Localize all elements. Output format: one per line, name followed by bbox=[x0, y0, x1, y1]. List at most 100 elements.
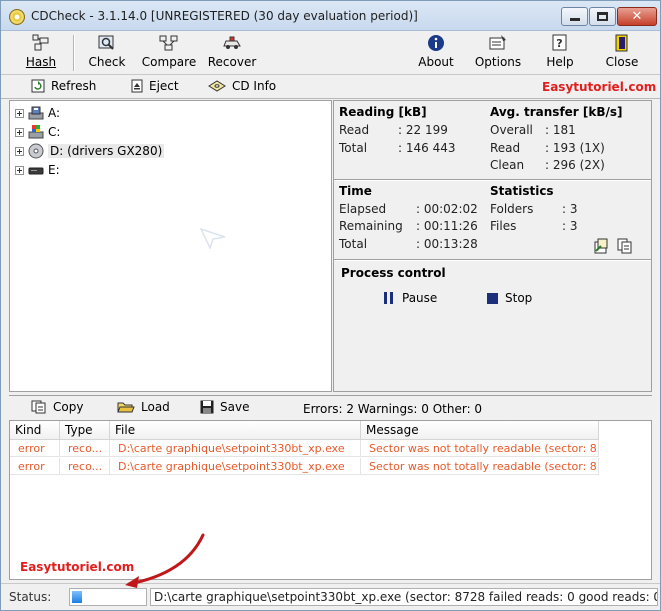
exit-door-icon bbox=[614, 33, 630, 53]
log-table: Kind Type File Message error reco... D:\… bbox=[9, 420, 652, 580]
divider bbox=[334, 259, 651, 261]
column-header-message[interactable]: Message bbox=[361, 421, 599, 440]
copy-label: Copy bbox=[53, 400, 84, 414]
cell-message: Sector was not totally readable (sector:… bbox=[361, 440, 599, 457]
options-icon bbox=[488, 33, 508, 53]
cd-info-button[interactable]: CD Info bbox=[208, 79, 276, 93]
files-value: : 3 bbox=[562, 219, 578, 233]
cell-file: D:\carte graphique\setpoint330bt_xp.exe bbox=[110, 440, 361, 457]
hash-button[interactable]: Hash bbox=[23, 33, 59, 73]
column-header-type[interactable]: Type bbox=[60, 421, 110, 440]
eject-button[interactable]: Eject bbox=[131, 79, 179, 93]
status-label: Status: bbox=[9, 590, 52, 604]
status-progress-fill bbox=[72, 591, 82, 603]
expand-icon[interactable] bbox=[15, 127, 24, 137]
cell-kind: error bbox=[10, 440, 60, 457]
column-header-file[interactable]: File bbox=[110, 421, 361, 440]
tree-item-c[interactable]: C: bbox=[15, 123, 60, 141]
column-header-kind[interactable]: Kind bbox=[10, 421, 60, 440]
options-label: Options bbox=[474, 55, 522, 69]
maximize-button[interactable] bbox=[589, 7, 616, 26]
floppy-drive-icon bbox=[28, 106, 44, 120]
stop-icon bbox=[487, 292, 498, 304]
close-window-button[interactable]: ✕ bbox=[617, 7, 657, 26]
process-control-heading: Process control bbox=[341, 266, 446, 280]
compare-label: Compare bbox=[141, 55, 197, 69]
cd-drive-icon bbox=[28, 143, 44, 159]
remaining-value: : 00:11:26 bbox=[416, 219, 478, 233]
faint-cursor-watermark-icon bbox=[200, 227, 226, 249]
cell-type: reco... bbox=[60, 440, 110, 457]
refresh-icon bbox=[31, 79, 45, 93]
reading-heading: Reading [kB] bbox=[339, 105, 427, 119]
app-cd-icon bbox=[9, 9, 25, 25]
watermark-brand: Easytutoriel.com bbox=[542, 80, 657, 94]
avg-clean-value: : 296 (2X) bbox=[545, 158, 605, 172]
divider bbox=[334, 179, 651, 181]
stop-label: Stop bbox=[505, 291, 533, 305]
load-label: Load bbox=[141, 400, 170, 414]
drive-tree: A: C: D: (drivers GX280) E: bbox=[9, 100, 332, 392]
stop-button[interactable]: Stop bbox=[487, 291, 532, 305]
cell-message: Sector was not totally readable (sector:… bbox=[361, 458, 599, 475]
refresh-button[interactable]: Refresh bbox=[31, 79, 96, 93]
save-label: Save bbox=[220, 400, 250, 414]
maximize-icon bbox=[597, 12, 608, 21]
expand-icon[interactable] bbox=[15, 146, 24, 156]
copy-icon bbox=[31, 400, 46, 414]
hash-icon bbox=[32, 33, 50, 53]
status-bar: Status: D:\carte graphique\setpoint330bt… bbox=[1, 583, 660, 610]
cell-kind: error bbox=[10, 458, 60, 475]
tree-item-e[interactable]: E: bbox=[15, 161, 60, 179]
log-toolbar: Copy Load Save Errors: 2 Warnings: 0 Oth… bbox=[9, 395, 652, 419]
tree-item-a[interactable]: A: bbox=[15, 104, 60, 122]
save-disk-icon bbox=[200, 400, 214, 414]
close-app-button[interactable]: Close bbox=[604, 33, 640, 73]
check-button[interactable]: Check bbox=[87, 33, 127, 73]
progress-info-panel: Reading [kB] Read : 22 199 Total : 146 4… bbox=[333, 100, 652, 392]
close-label: Close bbox=[605, 55, 639, 69]
status-progress-bar bbox=[69, 588, 147, 606]
pause-icon bbox=[384, 292, 393, 304]
expand-icon[interactable] bbox=[15, 165, 24, 175]
avg-read-value: : 193 (1X) bbox=[545, 141, 605, 155]
drive-toolbar: Refresh Eject CD Info Easytutoriel.com bbox=[1, 76, 660, 99]
tree-item-label: A: bbox=[48, 106, 61, 120]
recover-button[interactable]: Recover bbox=[208, 33, 256, 73]
folders-label: Folders bbox=[490, 202, 534, 216]
eject-icon bbox=[131, 79, 143, 93]
copy-log-button[interactable]: Copy bbox=[31, 400, 83, 414]
eject-label: Eject bbox=[149, 79, 179, 93]
minimize-icon bbox=[569, 18, 580, 21]
remaining-label: Remaining bbox=[339, 219, 403, 233]
reading-total-label: Total bbox=[339, 141, 368, 155]
compare-icon bbox=[159, 33, 179, 53]
about-button[interactable]: About bbox=[417, 33, 455, 73]
recover-icon bbox=[222, 33, 242, 53]
save-log-button[interactable]: Save bbox=[200, 400, 249, 414]
cell-file: D:\carte graphique\setpoint330bt_xp.exe bbox=[110, 458, 361, 475]
load-log-button[interactable]: Load bbox=[117, 400, 170, 414]
help-label: Help bbox=[546, 55, 574, 69]
status-message: D:\carte graphique\setpoint330bt_xp.exe … bbox=[150, 588, 658, 606]
reading-read-label: Read bbox=[339, 123, 370, 137]
options-button[interactable]: Options bbox=[475, 33, 521, 73]
tree-item-d[interactable]: D: (drivers GX280) bbox=[15, 142, 165, 160]
export-stats-icon[interactable] bbox=[593, 238, 609, 254]
pause-button[interactable]: Pause bbox=[384, 291, 437, 305]
copy-stats-icon[interactable] bbox=[617, 238, 633, 254]
removable-drive-icon bbox=[28, 167, 44, 175]
expand-icon[interactable] bbox=[15, 108, 24, 118]
compare-button[interactable]: Compare bbox=[141, 33, 197, 73]
help-icon: ? bbox=[552, 33, 568, 53]
minimize-button[interactable] bbox=[561, 7, 588, 26]
help-button[interactable]: ? Help bbox=[544, 33, 576, 73]
time-total-label: Total bbox=[339, 237, 368, 251]
avg-transfer-heading: Avg. transfer [kB/s] bbox=[490, 105, 623, 119]
elapsed-label: Elapsed bbox=[339, 202, 387, 216]
hard-drive-icon bbox=[28, 125, 44, 139]
open-folder-icon bbox=[117, 402, 135, 413]
check-label: Check bbox=[88, 55, 126, 69]
avg-clean-label: Clean bbox=[490, 158, 525, 172]
refresh-label: Refresh bbox=[51, 79, 97, 93]
